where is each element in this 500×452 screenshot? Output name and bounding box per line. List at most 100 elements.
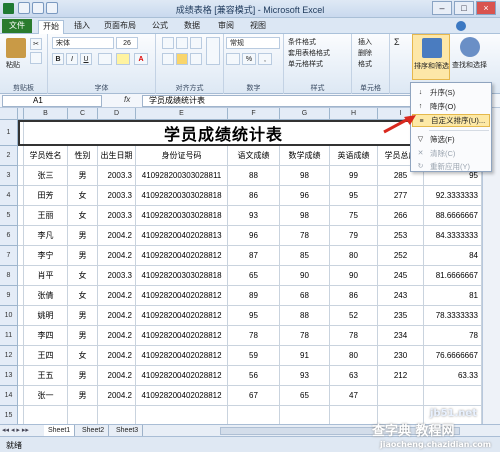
underline-button[interactable]: U bbox=[80, 53, 92, 65]
tab-insert[interactable]: 插入 bbox=[70, 20, 94, 34]
sheet-nav-arrows[interactable]: ◂◂ ◂ ▸ ▸▸ bbox=[2, 426, 42, 435]
table-cell[interactable] bbox=[280, 406, 330, 424]
table-cell[interactable]: 95 bbox=[330, 186, 378, 206]
table-cell[interactable]: 78 bbox=[280, 226, 330, 246]
table-cell[interactable]: 67 bbox=[228, 386, 280, 406]
table-cell[interactable]: 89 bbox=[228, 286, 280, 306]
column-title[interactable]: 数学成绩 bbox=[280, 146, 330, 166]
align-center-icon[interactable] bbox=[176, 53, 188, 65]
table-cell[interactable]: 75 bbox=[330, 206, 378, 226]
table-cell[interactable]: 410928200402028813 bbox=[136, 226, 228, 246]
align-left-icon[interactable] bbox=[162, 53, 174, 65]
italic-button[interactable]: I bbox=[66, 53, 78, 65]
table-cell[interactable]: 80 bbox=[330, 246, 378, 266]
file-tab[interactable]: 文件 bbox=[2, 19, 32, 33]
conditional-format-button[interactable]: 条件格式 bbox=[288, 37, 316, 47]
column-header-h[interactable]: H bbox=[330, 108, 378, 120]
table-cell[interactable]: 266 bbox=[378, 206, 424, 226]
column-header-f[interactable]: F bbox=[228, 108, 280, 120]
comma-icon[interactable]: , bbox=[258, 53, 272, 65]
table-cell[interactable]: 59 bbox=[228, 346, 280, 366]
table-cell[interactable]: 410928200303028818 bbox=[136, 186, 228, 206]
table-cell[interactable]: 65 bbox=[228, 266, 280, 286]
tab-view[interactable]: 视图 bbox=[246, 20, 270, 34]
table-cell[interactable]: 230 bbox=[378, 346, 424, 366]
table-cell[interactable]: 88 bbox=[228, 166, 280, 186]
table-cell[interactable]: 2004.2 bbox=[98, 326, 136, 346]
table-cell[interactable]: 86 bbox=[228, 186, 280, 206]
maximize-button[interactable]: □ bbox=[454, 1, 474, 15]
bold-button[interactable]: B bbox=[52, 53, 64, 65]
table-format-button[interactable]: 套用表格格式 bbox=[288, 48, 330, 58]
merge-center-icon[interactable] bbox=[206, 37, 220, 65]
table-cell[interactable]: 男 bbox=[68, 166, 98, 186]
table-cell[interactable]: 2003.3 bbox=[98, 166, 136, 186]
table-cell[interactable]: 女 bbox=[68, 206, 98, 226]
table-cell[interactable]: 68 bbox=[280, 286, 330, 306]
select-all-corner[interactable] bbox=[0, 108, 18, 120]
sort-ascending-item[interactable]: ↓ 升序(S) bbox=[412, 86, 490, 99]
help-icon[interactable] bbox=[456, 21, 466, 31]
table-cell[interactable]: 79 bbox=[330, 226, 378, 246]
column-title[interactable]: 出生日期 bbox=[98, 146, 136, 166]
find-select-label[interactable]: 查找和选择 bbox=[452, 60, 487, 70]
row-header[interactable]: 13 bbox=[0, 366, 18, 386]
table-cell[interactable]: 88.6666667 bbox=[424, 206, 482, 226]
column-title[interactable]: 英语成绩 bbox=[330, 146, 378, 166]
table-cell[interactable]: 63.33 bbox=[424, 366, 482, 386]
row-header[interactable]: 5 bbox=[0, 206, 18, 226]
row-header[interactable]: 14 bbox=[0, 386, 18, 406]
table-cell[interactable]: 253 bbox=[378, 226, 424, 246]
row-header[interactable]: 3 bbox=[0, 166, 18, 186]
table-cell[interactable] bbox=[228, 406, 280, 424]
column-header-d[interactable]: D bbox=[98, 108, 136, 120]
table-cell[interactable] bbox=[68, 406, 98, 424]
table-cell[interactable]: 女 bbox=[68, 346, 98, 366]
table-cell[interactable]: 212 bbox=[378, 366, 424, 386]
table-cell[interactable]: 2003.3 bbox=[98, 206, 136, 226]
table-cell[interactable]: 2004.2 bbox=[98, 306, 136, 326]
cut-icon[interactable]: ✂ bbox=[30, 38, 42, 50]
cell-style-button[interactable]: 单元格样式 bbox=[288, 59, 323, 69]
table-cell[interactable]: 王四 bbox=[24, 346, 68, 366]
row-header[interactable]: 6 bbox=[0, 226, 18, 246]
table-cell[interactable]: 410928200303028818 bbox=[136, 206, 228, 226]
table-cell[interactable]: 47 bbox=[330, 386, 378, 406]
table-cell[interactable]: 410928200303028811 bbox=[136, 166, 228, 186]
table-cell[interactable]: 277 bbox=[378, 186, 424, 206]
percent-icon[interactable]: % bbox=[242, 53, 256, 65]
sort-filter-button[interactable]: 排序和筛选 bbox=[412, 34, 450, 80]
table-cell[interactable]: 田芳 bbox=[24, 186, 68, 206]
tab-review[interactable]: 审阅 bbox=[214, 20, 238, 34]
font-name-select[interactable]: 宋体 bbox=[52, 37, 114, 49]
table-cell[interactable]: 男 bbox=[68, 386, 98, 406]
insert-button[interactable]: 插入 bbox=[358, 37, 372, 47]
table-cell[interactable]: 男 bbox=[68, 306, 98, 326]
table-cell[interactable]: 男 bbox=[68, 226, 98, 246]
table-cell[interactable]: 98 bbox=[280, 166, 330, 186]
currency-icon[interactable] bbox=[226, 53, 240, 65]
table-cell[interactable]: 410928200402028812 bbox=[136, 346, 228, 366]
table-cell[interactable]: 245 bbox=[378, 266, 424, 286]
table-cell[interactable]: 88 bbox=[280, 306, 330, 326]
table-cell[interactable]: 男 bbox=[68, 246, 98, 266]
font-color-icon[interactable]: A bbox=[134, 53, 148, 65]
custom-sort-item[interactable]: ≡ 自定义排序(U)... bbox=[412, 114, 490, 127]
tab-formulas[interactable]: 公式 bbox=[148, 20, 172, 34]
table-cell[interactable] bbox=[98, 406, 136, 424]
table-cell[interactable]: 65 bbox=[280, 386, 330, 406]
column-header-c[interactable]: C bbox=[68, 108, 98, 120]
table-cell[interactable]: 女 bbox=[68, 286, 98, 306]
table-cell[interactable]: 98 bbox=[280, 206, 330, 226]
table-cell[interactable]: 56 bbox=[228, 366, 280, 386]
table-cell[interactable]: 2004.2 bbox=[98, 286, 136, 306]
table-cell[interactable]: 99 bbox=[330, 166, 378, 186]
table-cell[interactable] bbox=[424, 386, 482, 406]
column-title[interactable]: 学员姓名 bbox=[24, 146, 68, 166]
table-cell[interactable]: 96 bbox=[280, 186, 330, 206]
table-cell[interactable]: 2004.2 bbox=[98, 246, 136, 266]
table-cell[interactable]: 王五 bbox=[24, 366, 68, 386]
table-cell[interactable]: 93 bbox=[280, 366, 330, 386]
border-icon[interactable] bbox=[98, 53, 112, 65]
row-header[interactable]: 12 bbox=[0, 346, 18, 366]
